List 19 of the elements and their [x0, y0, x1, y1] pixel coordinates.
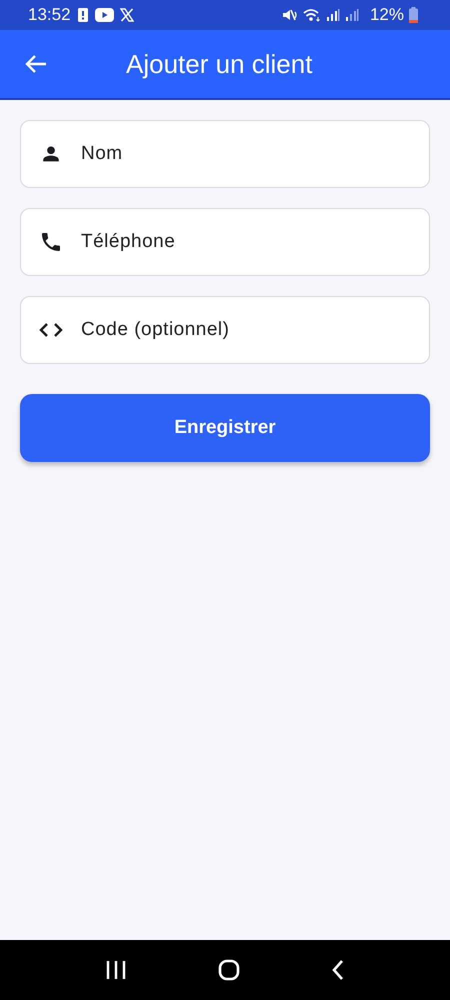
recent-apps-icon[interactable]: [105, 960, 128, 980]
signal-icon: [344, 8, 359, 22]
home-icon[interactable]: [218, 959, 240, 981]
save-button[interactable]: Enregistrer: [20, 394, 430, 462]
input-field[interactable]: Nom: [20, 120, 430, 188]
status-time: 13:52: [28, 5, 71, 25]
back-icon[interactable]: [330, 959, 345, 981]
battery-percent: 12%: [370, 5, 404, 25]
mute-icon: [282, 8, 298, 22]
signal-icon: [326, 8, 340, 22]
back-button[interactable]: [24, 53, 48, 75]
page-title: Ajouter un client: [126, 48, 312, 80]
video-play-icon: [94, 8, 114, 22]
x-icon: [120, 8, 134, 22]
input-field[interactable]: Téléphone: [20, 208, 430, 276]
input-field[interactable]: Code (optionnel): [20, 296, 430, 364]
alert-notification-icon: [76, 7, 89, 23]
battery-icon: [409, 7, 418, 23]
wifi-icon: [302, 8, 321, 22]
